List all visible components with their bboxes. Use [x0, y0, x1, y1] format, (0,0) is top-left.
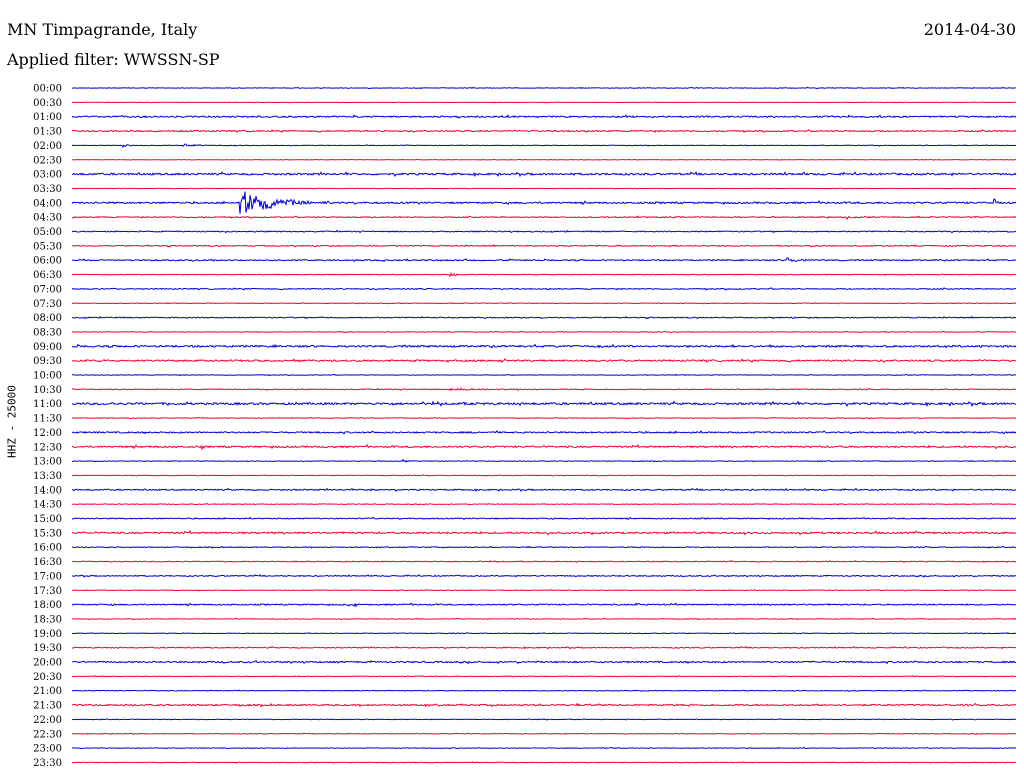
trace-0900: [71, 343, 1017, 349]
time-label-1030: 10:30: [33, 385, 62, 396]
time-label-1330: 13:30: [33, 471, 62, 482]
time-label-0600: 06:00: [33, 256, 62, 267]
time-label-0730: 07:30: [33, 299, 62, 310]
helicorder-plot: 00:00 00:30 01:00 01:30 02:00 02:30 03:00 03:30…: [33, 84, 1017, 769]
time-label-1600: 16:00: [33, 543, 62, 554]
trace-0800: [71, 315, 1017, 320]
time-label-1400: 14:00: [33, 485, 62, 496]
time-label-1830: 18:30: [33, 614, 62, 625]
time-label-2300: 23:00: [33, 744, 62, 755]
time-label-0200: 02:00: [33, 141, 62, 152]
trace-2100: [71, 689, 1017, 692]
time-label-0130: 01:30: [33, 127, 62, 138]
time-label-1500: 15:00: [33, 514, 62, 525]
trace-0500: [71, 229, 1017, 234]
time-label-0900: 09:00: [33, 342, 62, 353]
time-label-1130: 11:30: [33, 414, 62, 425]
trace-1030: [71, 387, 1017, 392]
trace-1130: [71, 416, 1017, 420]
time-label-0800: 08:00: [33, 313, 62, 324]
trace-0700: [71, 287, 1017, 291]
time-label-0530: 05:30: [33, 241, 62, 252]
trace-1330: [71, 474, 1017, 477]
trace-0230: [71, 158, 1017, 161]
trace-0200: [71, 143, 1017, 149]
time-label-1100: 11:00: [33, 399, 62, 410]
trace-0100: [71, 114, 1017, 119]
trace-2230: [72, 732, 1017, 736]
time-label-0300: 03:00: [33, 170, 62, 181]
trace-0000: [71, 86, 1017, 90]
time-label-0630: 06:30: [33, 270, 62, 281]
trace-0630: [71, 271, 1017, 278]
trace-0930: [72, 358, 1017, 364]
trace-0130: [71, 129, 1017, 134]
time-label-1900: 19:00: [33, 629, 62, 640]
time-label-0100: 01:00: [33, 112, 62, 123]
trace-1830: [71, 617, 1017, 621]
trace-1230: [71, 444, 1017, 451]
time-label-1800: 18:00: [33, 600, 62, 611]
time-label-2130: 21:30: [33, 701, 62, 712]
trace-0830: [71, 330, 1017, 334]
time-label-2100: 21:00: [33, 686, 62, 697]
trace-2200: [71, 718, 1017, 721]
time-label-1200: 12:00: [33, 428, 62, 439]
time-label-1700: 17:00: [33, 571, 62, 582]
time-label-0700: 07:00: [33, 284, 62, 295]
time-labels: 00:00 00:30 01:00 01:30 02:00 02:30 03:00 03:30…: [33, 84, 62, 769]
trace-0530: [71, 244, 1017, 248]
trace-2300: [71, 746, 1017, 750]
time-label-2230: 22:30: [33, 729, 62, 740]
trace-1100: [71, 400, 1017, 408]
time-label-1930: 19:30: [33, 643, 62, 654]
trace-1430: [71, 502, 1017, 506]
trace-0430: [71, 215, 1017, 220]
time-label-0030: 00:30: [33, 98, 62, 109]
trace-1800: [71, 602, 1017, 608]
time-label-0430: 04:30: [33, 213, 62, 224]
trace-1700: [71, 574, 1017, 578]
trace-lines: [71, 86, 1017, 764]
time-label-2030: 20:30: [33, 672, 62, 683]
trace-1500: [71, 516, 1017, 521]
trace-1400: [71, 487, 1017, 492]
trace-2030: [71, 675, 1017, 678]
time-label-1230: 12:30: [33, 442, 62, 453]
trace-0600: [71, 257, 1017, 263]
time-label-0230: 02:30: [33, 155, 62, 166]
trace-0030: [71, 101, 1017, 104]
trace-0300: [71, 171, 1017, 178]
trace-1630: [71, 560, 1017, 564]
time-label-1630: 16:30: [33, 557, 62, 568]
time-label-0400: 04:00: [33, 198, 62, 209]
time-label-1000: 10:00: [33, 371, 62, 382]
time-label-0930: 09:30: [33, 356, 62, 367]
trace-1200: [71, 429, 1017, 435]
trace-1530: [71, 530, 1017, 536]
trace-1300: [71, 458, 1017, 463]
time-label-2330: 23:30: [33, 758, 62, 769]
trace-1730: [71, 588, 1017, 592]
trace-1930: [71, 645, 1017, 650]
trace-0330: [71, 187, 1017, 190]
time-label-1300: 13:00: [33, 457, 62, 468]
time-label-0330: 03:30: [33, 184, 62, 195]
trace-0730: [71, 301, 1017, 305]
trace-1000: [71, 373, 1017, 377]
time-label-2200: 22:00: [33, 715, 62, 726]
time-label-2000: 20:00: [33, 658, 62, 669]
trace-1900: [71, 632, 1017, 635]
time-label-1730: 17:30: [33, 586, 62, 597]
time-label-1430: 14:30: [33, 500, 62, 511]
trace-1600: [71, 545, 1017, 549]
trace-0400: [71, 191, 1017, 214]
time-label-1530: 15:30: [33, 528, 62, 539]
trace-2000: [71, 660, 1017, 665]
time-label-0830: 08:30: [33, 327, 62, 338]
trace-2130: [71, 702, 1017, 708]
time-label-0500: 05:00: [33, 227, 62, 238]
time-label-0000: 00:00: [33, 84, 62, 95]
trace-2330: [71, 761, 1017, 764]
